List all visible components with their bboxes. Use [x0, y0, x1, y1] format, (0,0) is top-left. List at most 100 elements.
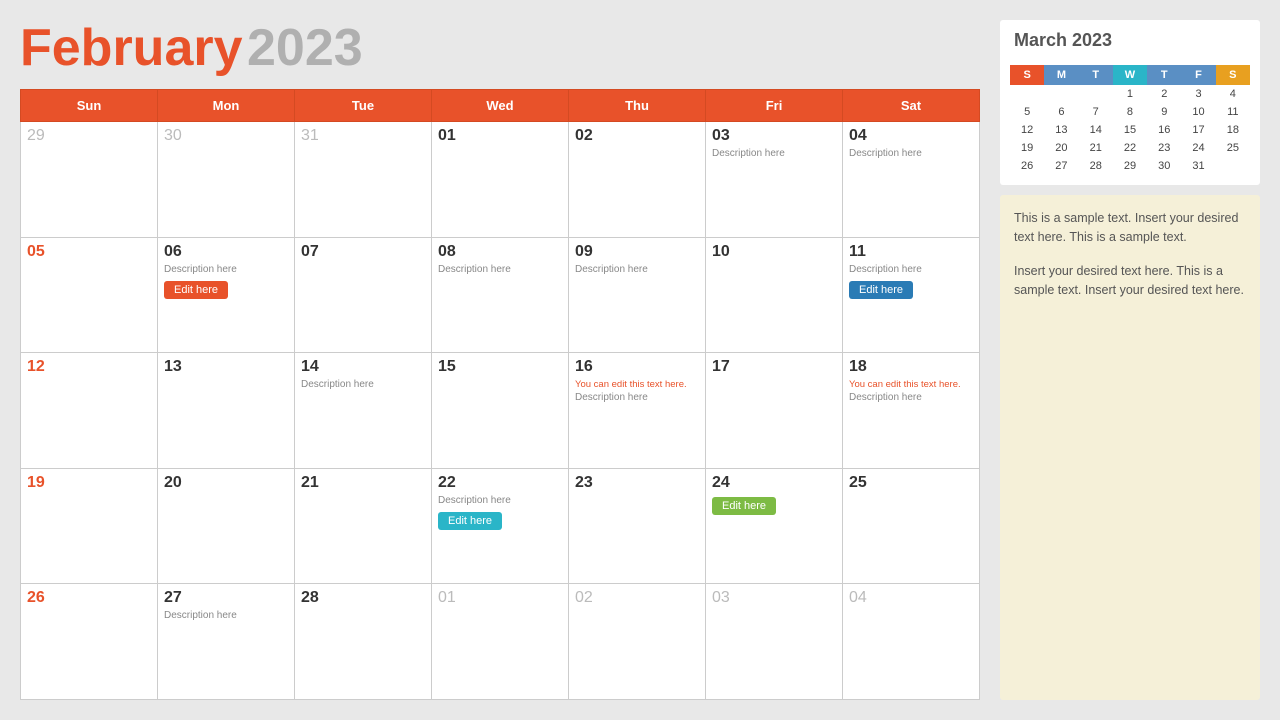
calendar-row: 121314Description here1516You can edit t… — [21, 353, 980, 469]
description-text: Description here — [849, 392, 973, 403]
calendar-cell: 08 Description here — [432, 237, 569, 353]
calendar-weekday-header: Tue — [295, 90, 432, 122]
mini-cal-cell: 15 — [1113, 121, 1147, 139]
day-number: 25 — [849, 474, 973, 492]
sidebar-cal-container: March 2023 SMTWTFS 123456789101112131415… — [1000, 20, 1260, 185]
calendar-weekday-header: Sat — [843, 90, 980, 122]
calendar-cell: 12 — [21, 353, 158, 469]
edit-button[interactable]: Edit here — [849, 281, 913, 299]
calendar-cell: 04 — [843, 584, 980, 700]
calendar-cell: 07 — [295, 237, 432, 353]
mini-cal-cell: 20 — [1044, 139, 1078, 157]
mini-cal-cell: 26 — [1010, 157, 1044, 175]
mini-cal-cell: 24 — [1181, 139, 1215, 157]
day-number: 03 — [712, 127, 836, 145]
mini-cal-cell: 31 — [1181, 157, 1215, 175]
calendar-weekday-header: Mon — [158, 90, 295, 122]
day-number: 17 — [712, 358, 836, 376]
day-number: 12 — [27, 358, 151, 376]
mini-cal-weekday: T — [1147, 65, 1181, 85]
mini-cal-cell — [1010, 85, 1044, 103]
day-number: 30 — [164, 127, 288, 145]
calendar-cell: 11Description hereEdit here — [843, 237, 980, 353]
day-number: 04 — [849, 589, 973, 607]
mini-cal-weekday: F — [1181, 65, 1215, 85]
calendar-cell: 30 — [158, 122, 295, 238]
day-number: 23 — [575, 474, 699, 492]
calendar-cell: 21 — [295, 468, 432, 584]
calendar-cell: 03 — [706, 584, 843, 700]
sidebar-text-2: Insert your desired text here. This is a… — [1014, 262, 1246, 301]
calendar-cell: 17 — [706, 353, 843, 469]
calendar-cell: 09Description here — [569, 237, 706, 353]
day-number: 29 — [27, 127, 151, 145]
day-number: 01 — [438, 127, 562, 145]
mini-cal-cell: 5 — [1010, 103, 1044, 121]
mini-cal-cell: 27 — [1044, 157, 1078, 175]
edit-button[interactable]: Edit here — [164, 281, 228, 299]
mini-cal-cell: 9 — [1147, 103, 1181, 121]
calendar-cell: 19 — [21, 468, 158, 584]
sidebar-cal-title: March 2023 — [1014, 30, 1112, 50]
calendar-cell: 05 — [21, 237, 158, 353]
main-title: February 2023 — [20, 20, 980, 77]
description-text: Description here — [164, 610, 288, 621]
day-number: 20 — [164, 474, 288, 492]
sidebar-cal-header: March 2023 — [1000, 20, 1260, 59]
day-number: 26 — [27, 589, 151, 607]
mini-cal-cell: 30 — [1147, 157, 1181, 175]
description-text: Description here — [438, 264, 562, 275]
calendar-row: 0506Description hereEdit here0708Descrip… — [21, 237, 980, 353]
sidebar-text-1: This is a sample text. Insert your desir… — [1014, 209, 1246, 248]
mini-cal-cell: 17 — [1181, 121, 1215, 139]
mini-calendar: SMTWTFS 12345678910111213141516171819202… — [1000, 59, 1260, 185]
mini-cal-cell: 19 — [1010, 139, 1044, 157]
calendar-cell: 31 — [295, 122, 432, 238]
day-number: 05 — [27, 243, 151, 261]
mini-cal-cell: 29 — [1113, 157, 1147, 175]
main-calendar: SunMonTueWedThuFriSat 293031010203Descri… — [20, 89, 980, 700]
day-number: 22 — [438, 474, 562, 492]
calendar-cell: 01 — [432, 584, 569, 700]
calendar-cell: 10 — [706, 237, 843, 353]
calendar-row: 19 20 21 22 Description here Edit here 23 24 Edi… — [21, 468, 980, 584]
day-number: 15 — [438, 358, 562, 376]
day-number: 08 — [438, 243, 562, 261]
mini-cal-cell: 16 — [1147, 121, 1181, 139]
edit-button[interactable]: Edit here — [712, 497, 776, 515]
mini-cal-cell: 2 — [1147, 85, 1181, 103]
day-number: 06 — [164, 243, 288, 261]
description-text: Description here — [301, 379, 425, 390]
day-number: 13 — [164, 358, 288, 376]
day-number: 19 — [27, 474, 151, 492]
description-text: Description here — [712, 148, 836, 159]
mini-cal-cell: 7 — [1079, 103, 1113, 121]
day-number: 24 — [712, 474, 836, 492]
calendar-cell: 26 — [21, 584, 158, 700]
mini-cal-cell: 14 — [1079, 121, 1113, 139]
description-text: Description here — [575, 264, 699, 275]
day-number: 04 — [849, 127, 973, 145]
calendar-weekday-header: Sun — [21, 90, 158, 122]
day-number: 31 — [301, 127, 425, 145]
mini-cal-cell: 11 — [1216, 103, 1250, 121]
description-text: Description here — [575, 392, 699, 403]
calendar-cell: 06Description hereEdit here — [158, 237, 295, 353]
mini-cal-weekday: W — [1113, 65, 1147, 85]
day-number: 01 — [438, 589, 562, 607]
calendar-cell: 14 Description here — [295, 353, 432, 469]
calendar-cell: 18You can edit this text here.Descriptio… — [843, 353, 980, 469]
day-number: 14 — [301, 358, 425, 376]
title-month: February — [20, 19, 243, 77]
calendar-weekday-header: Thu — [569, 90, 706, 122]
day-number: 03 — [712, 589, 836, 607]
day-number: 16 — [575, 358, 699, 376]
calendar-cell: 15 — [432, 353, 569, 469]
description-text: Description here — [438, 495, 562, 506]
calendar-cell: 20 — [158, 468, 295, 584]
calendar-cell: 02 — [569, 122, 706, 238]
calendar-weekday-header: Fri — [706, 90, 843, 122]
mini-cal-weekday: T — [1079, 65, 1113, 85]
day-number: 02 — [575, 589, 699, 607]
edit-button[interactable]: Edit here — [438, 512, 502, 530]
